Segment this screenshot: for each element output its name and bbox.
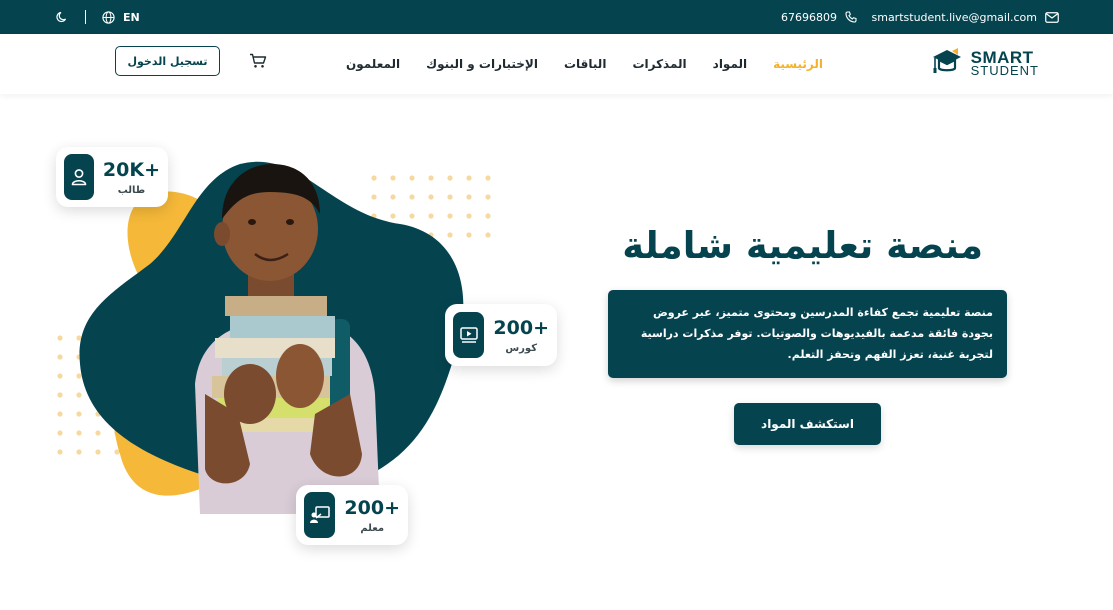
decor-dot [76,411,82,417]
site-logo[interactable]: SMART STUDENT [931,47,1039,81]
stat-value: 200+ [344,496,400,519]
decor-dot [390,213,396,219]
decor-dot [57,354,63,360]
decor-dot [57,335,63,341]
globe-icon [102,10,115,24]
nav-item-teachers[interactable]: المعلمون [346,57,400,71]
language-label: EN [123,10,140,24]
decor-dot [428,194,434,200]
explore-subjects-button[interactable]: استكشف المواد [734,403,881,445]
stat-value: 200+ [493,316,549,339]
decor-dot [95,430,101,436]
decor-dot [447,194,453,200]
decor-dot [390,194,396,200]
decor-dot [485,194,491,200]
contact-email[interactable]: smartstudent.live@gmail.com [872,0,1060,34]
user-icon [64,154,94,200]
decor-dot [409,194,415,200]
stat-card-courses: 200+ كورس [445,304,557,366]
decor-dot [447,175,453,181]
decor-dot [447,213,453,219]
decor-dot [95,449,101,455]
decor-dot [57,430,63,436]
decor-dot [466,194,472,200]
decor-dot [466,213,472,219]
nav-item-subjects[interactable]: المواد [713,57,747,71]
phone-text: 67696809 [781,10,837,24]
nav-menu: الرئيسية المواد المذكرات الباقات الإختبا… [346,34,823,94]
decor-dot [76,335,82,341]
decor-dot [371,194,377,200]
phone-icon [845,11,857,23]
stat-card-students: 20K+ طالب [56,147,168,207]
stat-label: طالب [117,184,146,196]
decor-dot [57,449,63,455]
hero-title: منصة تعليمية شاملة [622,224,983,267]
decor-dot [428,175,434,181]
logo-line-2: STUDENT [970,63,1039,78]
decor-dot [447,232,453,238]
decor-dot [485,175,491,181]
decor-dot [57,392,63,398]
nav-item-exams[interactable]: الإختبارات و البنوك [426,57,538,71]
language-switcher[interactable]: EN [102,0,140,34]
stat-label: معلم [360,522,385,534]
stat-card-teachers: 200+ معلم [296,485,408,545]
decor-dot [371,175,377,181]
decor-dot [57,373,63,379]
email-text: smartstudent.live@gmail.com [871,10,1038,24]
main-navbar: SMART STUDENT الرئيسية المواد المذكرات ا… [0,34,1113,94]
nav-item-home[interactable]: الرئيسية [773,57,823,71]
stat-value: 20K+ [102,158,160,181]
stat-label: كورس [505,342,538,354]
decor-dot [485,232,491,238]
decor-dot [466,175,472,181]
login-button[interactable]: تسجيل الدخول [115,46,220,76]
decor-dot [57,411,63,417]
topbar-divider [85,10,86,24]
contact-phone[interactable]: 67696809 [781,0,857,34]
decor-dot [485,213,491,219]
hero-description: منصة تعليمية تجمع كفاءة المدرسين ومحتوى … [608,290,1007,378]
decor-dot [428,213,434,219]
decor-dot [76,392,82,398]
nav-item-packages[interactable]: الباقات [564,57,606,71]
graduation-cap-icon [931,47,967,81]
cart-icon [249,53,267,73]
decor-dot [76,373,82,379]
decor-dot [76,430,82,436]
decor-dot [466,232,472,238]
decor-dot [409,175,415,181]
nav-item-notes[interactable]: المذكرات [632,57,686,71]
decor-dot [76,449,82,455]
top-contact-bar: smartstudent.live@gmail.com 67696809 EN [0,0,1113,34]
teacher-icon [304,492,336,538]
video-icon [453,312,485,358]
decor-dot [409,213,415,219]
cart-button[interactable] [249,53,267,73]
moon-icon [56,11,68,23]
mail-icon [1045,11,1059,23]
dark-mode-toggle[interactable] [56,0,68,34]
decor-dot [390,175,396,181]
